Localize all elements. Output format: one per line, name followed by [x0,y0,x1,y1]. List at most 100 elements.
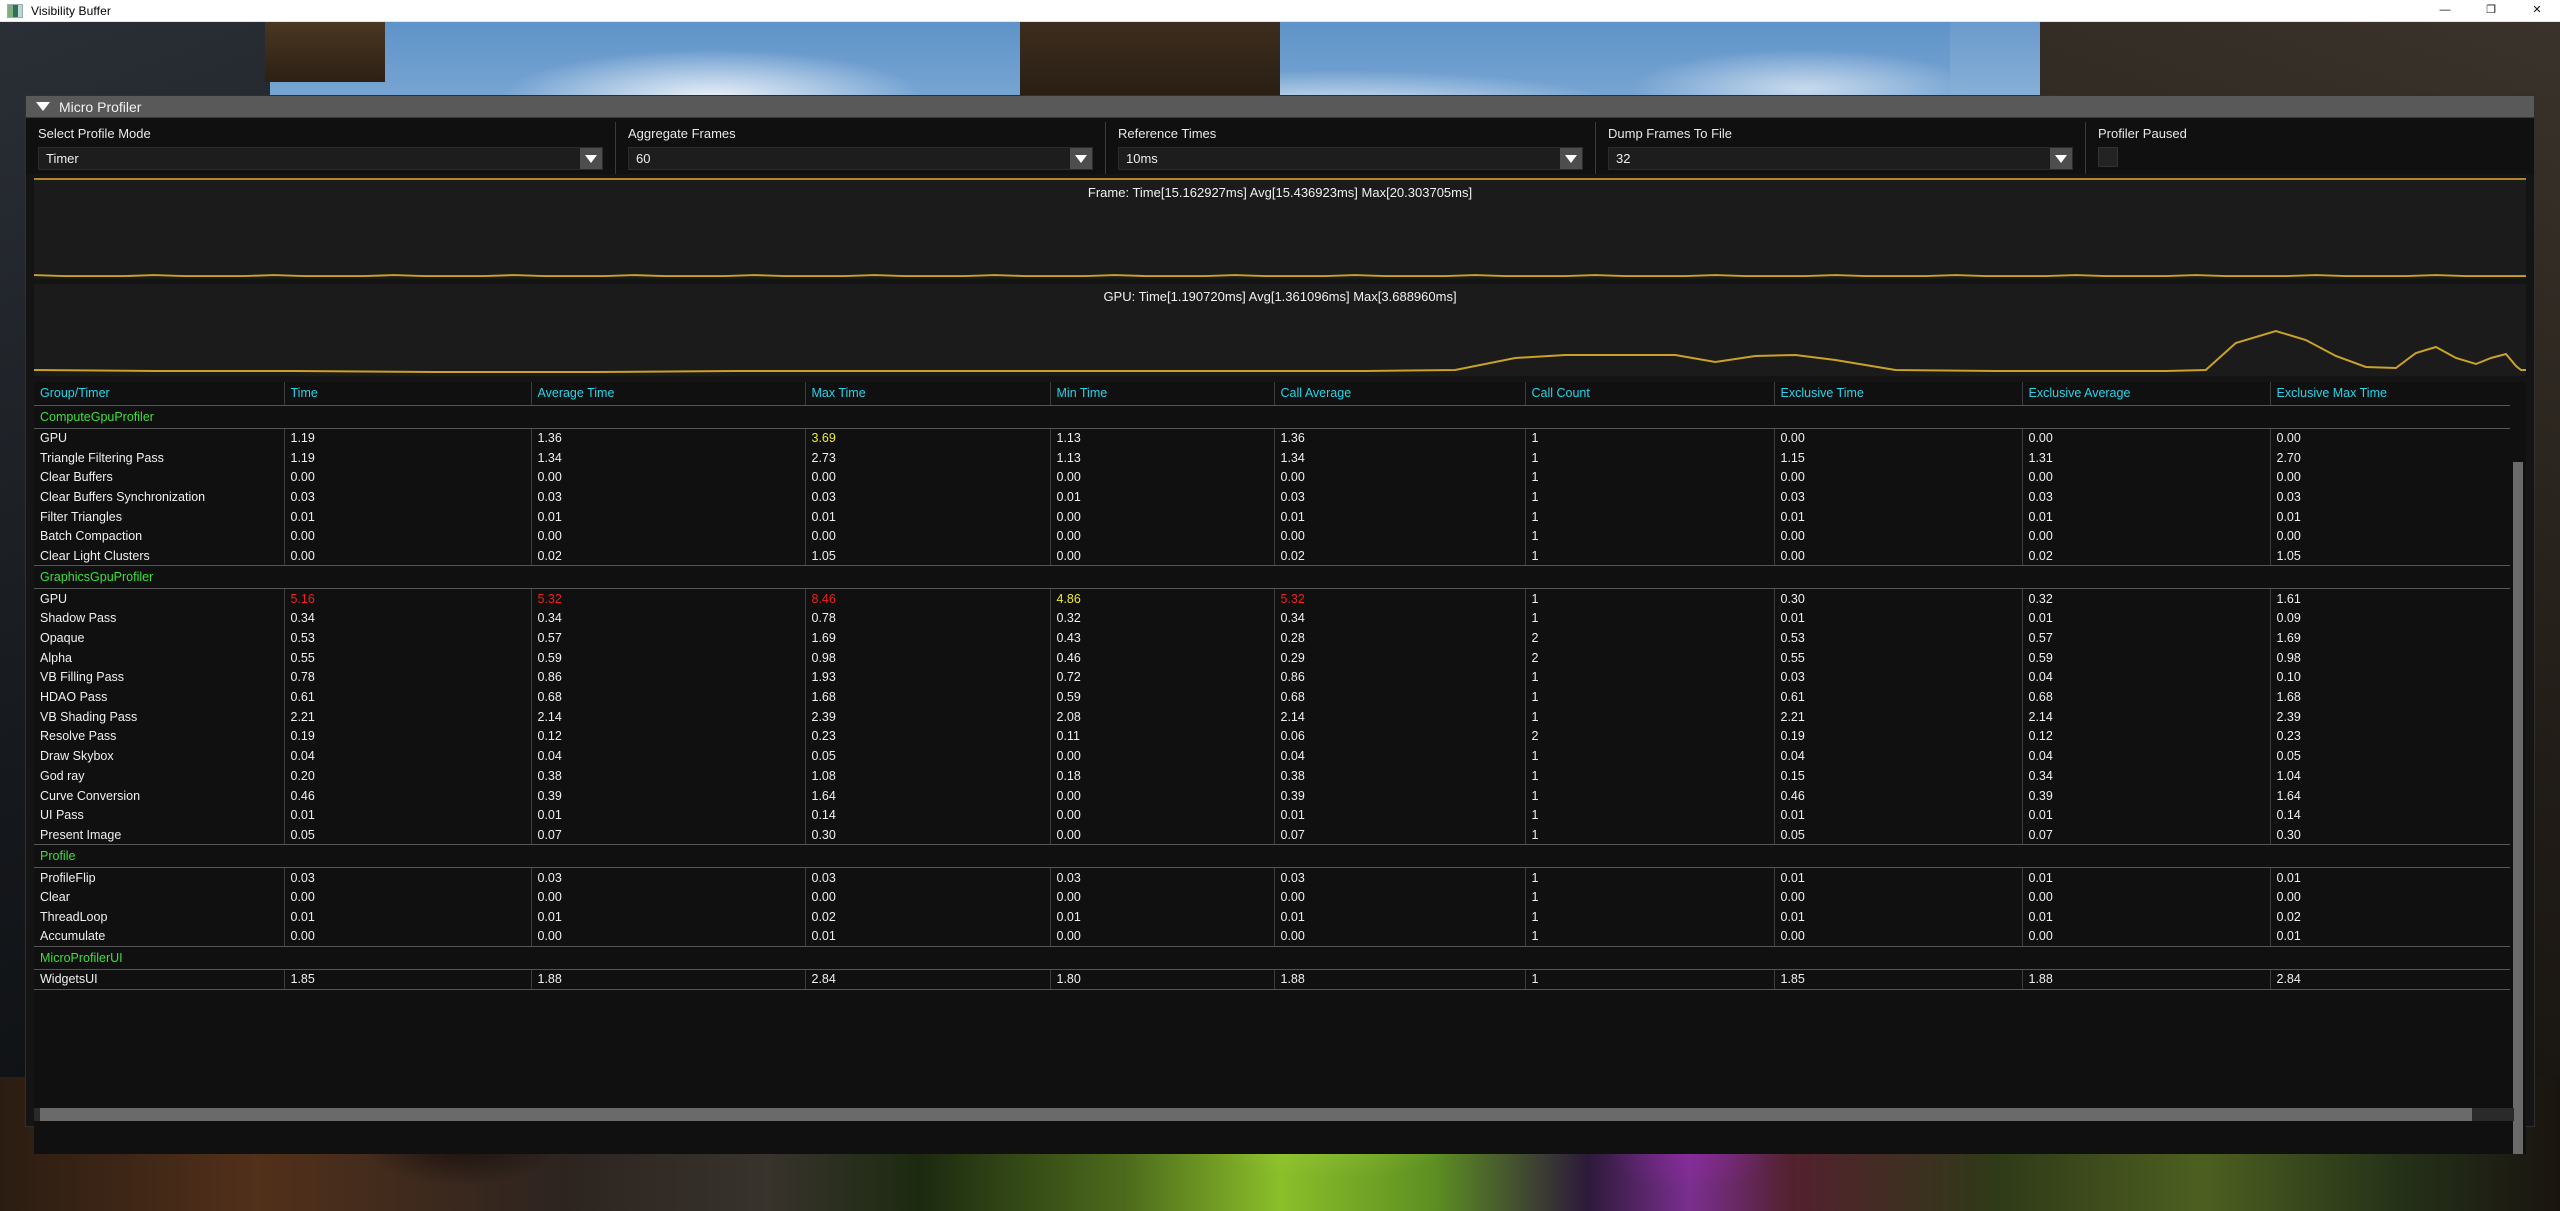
table-header-min-time[interactable]: Min Time [1049,382,1274,406]
vertical-scrollbar[interactable] [2513,462,2523,1154]
table-row[interactable]: UI Pass 0.01 0.01 0.14 0.00 0.01 1 0.01 0.01 0.14 [34,805,2510,826]
table-cell-value: 0.01 [1773,608,2022,629]
table-row[interactable]: Clear Light Clusters 0.00 0.02 1.05 0.00 0.02… [34,546,2510,567]
table-cell-value: 0.00 [2021,467,2270,488]
table-group-row[interactable]: ComputeGpuProfiler [34,405,2510,429]
table-cell-value: 0.30 [2269,825,2510,846]
table-header-average-time[interactable]: Average Time [530,382,805,406]
table-group-pad [531,946,805,970]
table-header-call-count[interactable]: Call Count [1524,382,1774,406]
table-cell-name: Clear Buffers [40,470,113,485]
table-row[interactable]: VB Shading Pass 2.21 2.14 2.39 2.08 2.14 1 2.21… [34,706,2510,727]
table-cell-value: 0.46 [1049,647,1274,668]
table-row[interactable]: God ray 0.20 0.38 1.08 0.18 0.38 1 0.15 0.34 1.04 [34,766,2510,786]
gpu-graph-panel: GPU: Time[1.190720ms] Avg[1.361096ms] Ma… [34,284,2526,376]
table-cell-name: GPU [40,431,68,446]
table-cell-value: 0.07 [530,825,805,846]
table-cell-name: Clear Buffers Synchronization [40,489,206,504]
table-row[interactable]: WidgetsUI 1.85 1.88 2.84 1.80 1.88 1 1.85 1.88 2.… [34,969,2510,990]
select-profile-mode-dropdown[interactable]: Timer [38,147,603,170]
chevron-down-icon[interactable] [1560,148,1582,169]
table-row[interactable]: VB Filling Pass 0.78 0.86 1.93 0.72 0.86 1 0.03… [34,667,2510,688]
table-row[interactable]: ThreadLoop 0.01 0.01 0.02 0.01 0.01 1 0.01 0.01 0… [34,907,2510,927]
table-row[interactable]: Triangle Filtering Pass 1.19 1.34 2.73 1.13 1… [34,447,2510,468]
table-cell-value: 1 [1524,785,1774,806]
table-cell-value: 1.15 [1773,447,2022,468]
chevron-down-icon[interactable] [1070,148,1092,169]
table-header-exclusive-average[interactable]: Exclusive Average [2021,382,2270,406]
table-cell-value: 0.00 [2269,467,2510,488]
table-cell-value: 0.00 [530,526,805,547]
table-cell-value: 0.00 [1049,546,1274,567]
table-cell-value: 0.00 [2269,887,2510,908]
table-row[interactable]: Clear 0.00 0.00 0.00 0.00 0.00 1 0.00 0.00 0.00 [34,887,2510,908]
chevron-down-icon[interactable] [2050,148,2072,169]
table-row[interactable]: HDAO Pass 0.61 0.68 1.68 0.59 0.68 1 0.61 0.68 1.… [34,687,2510,707]
table-cell-value: 0.78 [804,608,1050,629]
table-cell-value: 1.88 [1273,969,1525,990]
table-cell-value: 1.05 [2269,546,2510,567]
horizontal-scrollbar-thumb[interactable] [40,1108,2472,1121]
chevron-down-icon[interactable] [580,148,602,169]
table-row[interactable]: GPU 1.19 1.36 3.69 1.13 1.36 1 0.00 0.00 0.00 [34,428,2510,448]
table-row[interactable]: Shadow Pass 0.34 0.34 0.78 0.32 0.34 1 0.01 0.01… [34,608,2510,629]
table-group-label: ComputeGpuProfiler [34,405,284,429]
close-button[interactable]: ✕ [2514,0,2560,22]
table-header-time[interactable]: Time [283,382,531,406]
table-row[interactable]: Opaque 0.53 0.57 1.69 0.43 0.28 2 0.53 0.57 1.69 [34,628,2510,648]
table-cell-value: 0.03 [1273,487,1525,507]
table-cell-value: 0.30 [1773,588,2022,609]
table-cell-value: 0.57 [2021,628,2270,648]
table-header-exclusive-max-time[interactable]: Exclusive Max Time [2269,382,2510,406]
table-row[interactable]: Batch Compaction 0.00 0.00 0.00 0.00 0.00 1 0.0… [34,526,2510,547]
table-header-call-average[interactable]: Call Average [1273,382,1525,406]
minimize-button[interactable]: — [2422,0,2468,22]
table-cell-value: 0.03 [804,867,1050,888]
table-cell-value: 0.01 [2021,907,2270,927]
table-cell-value: 0.05 [804,746,1050,766]
table-group-row[interactable]: GraphicsGpuProfiler [34,565,2510,590]
table-row[interactable]: Accumulate 0.00 0.00 0.01 0.00 0.00 1 0.00 0.00 0… [34,926,2510,947]
table-row[interactable]: GPU 5.16 5.32 8.46 4.86 5.32 1 0.30 0.32 1.61 [34,588,2510,609]
aggregate-frames-dropdown[interactable]: 60 [628,147,1093,170]
table-header-max-time[interactable]: Max Time [804,382,1050,406]
table-row[interactable]: Curve Conversion 0.46 0.39 1.64 0.00 0.39 1 0.4… [34,785,2510,806]
vertical-scrollbar-thumb[interactable] [2513,462,2523,1154]
table-header-exclusive-time[interactable]: Exclusive Time [1773,382,2022,406]
table-row[interactable]: Clear Buffers Synchronization 0.03 0.03 0.0… [34,487,2510,507]
table-cell-value: 5.32 [1273,588,1525,609]
table-cell-name: Triangle Filtering Pass [40,450,164,465]
table-cell-value: 0.01 [2269,867,2510,888]
table-group-pad [2022,565,2270,590]
triangle-down-icon[interactable] [36,102,50,111]
table-cell-value: 1.68 [2269,687,2510,707]
table-row[interactable]: Present Image 0.05 0.07 0.30 0.00 0.07 1 0.05 0.… [34,825,2510,846]
micro-profiler-title: Micro Profiler [59,98,142,115]
table-row[interactable]: Alpha 0.55 0.59 0.98 0.46 0.29 2 0.55 0.59 0.98 [34,647,2510,668]
micro-profiler-window: Micro Profiler Select Profile Mode Timer… [25,95,2535,1154]
table-group-row[interactable]: Profile [34,844,2510,869]
table-group-row[interactable]: MicroProfilerUI [34,946,2510,970]
table-cell-value: 0.00 [2021,428,2270,448]
dump-frames-to-file-dropdown[interactable]: 32 [1608,147,2073,170]
table-row[interactable]: Resolve Pass 0.19 0.12 0.23 0.11 0.06 2 0.19 0.1… [34,726,2510,747]
table-cell-value: 1 [1524,546,1774,567]
table-cell-value: 0.00 [2269,526,2510,547]
table-header-group-timer[interactable]: Group/Timer [34,382,284,406]
profiler-paused-checkbox[interactable] [2098,147,2118,167]
table-row[interactable]: ProfileFlip 0.03 0.03 0.03 0.03 0.03 1 0.01 0.01… [34,867,2510,888]
reference-times-dropdown[interactable]: 10ms [1118,147,1583,170]
maximize-button[interactable]: ❐ [2468,0,2514,22]
profiler-table-container[interactable]: Group/Timer Time Average Time Max Time Min T… [34,382,2526,1154]
horizontal-scrollbar[interactable] [34,1108,2514,1121]
table-row[interactable]: Clear Buffers 0.00 0.00 0.00 0.00 0.00 1 0.00 0.… [34,467,2510,488]
table-cell-value: 1 [1524,969,1774,990]
table-cell-value: 0.04 [1773,746,2022,766]
table-cell-value: 0.01 [530,805,805,826]
table-group-pad [1774,946,2022,970]
micro-profiler-titlebar[interactable]: Micro Profiler [26,96,2534,118]
table-row[interactable]: Draw Skybox 0.04 0.04 0.05 0.00 0.04 1 0.04 0.04… [34,746,2510,766]
table-row[interactable]: Filter Triangles 0.01 0.01 0.01 0.00 0.01 1 0.0… [34,506,2510,527]
table-cell-value: 0.00 [804,887,1050,908]
table-cell-name: HDAO Pass [40,690,108,705]
